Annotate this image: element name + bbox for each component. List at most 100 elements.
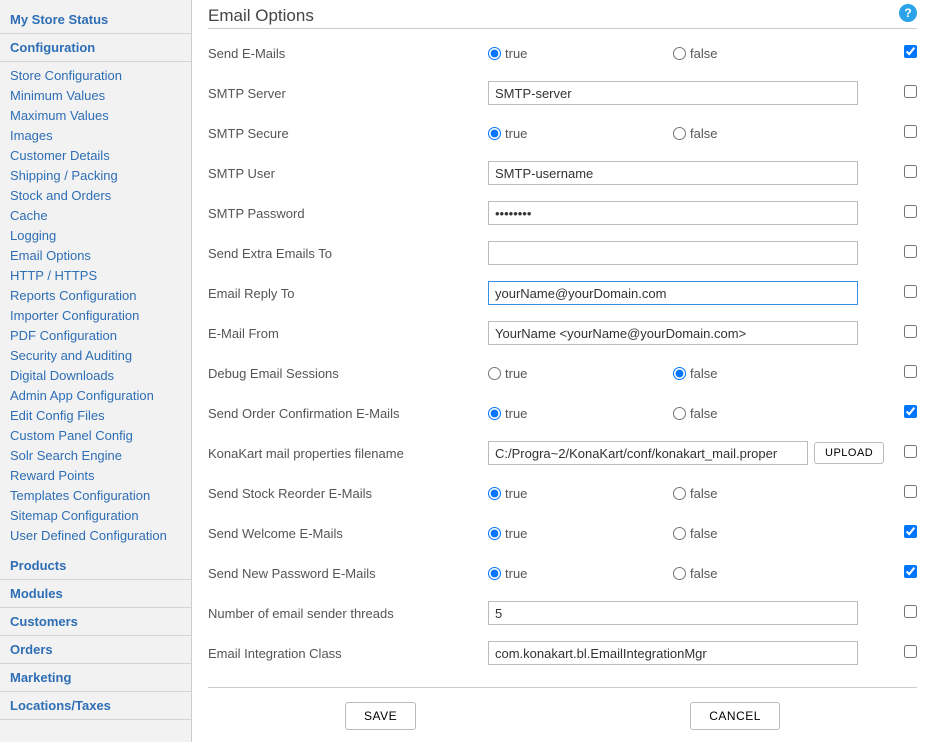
- radio-option-false[interactable]: false: [673, 366, 858, 381]
- radio-option-true[interactable]: true: [488, 46, 673, 61]
- radio-input[interactable]: [673, 527, 686, 540]
- radio-input[interactable]: [488, 367, 501, 380]
- sidebar-item[interactable]: Solr Search Engine: [10, 448, 122, 463]
- field-label: Debug Email Sessions: [208, 366, 488, 381]
- send_extra_to-input[interactable]: [488, 241, 858, 265]
- radio-input[interactable]: [673, 487, 686, 500]
- sidebar-item[interactable]: Maximum Values: [10, 108, 109, 123]
- form-area: Send E-MailstruefalseSMTP ServerSMTP Sec…: [208, 33, 917, 673]
- sidebar-item[interactable]: Store Configuration: [10, 68, 122, 83]
- row-checkbox[interactable]: [904, 85, 917, 98]
- radio-input[interactable]: [673, 567, 686, 580]
- radio-option-true[interactable]: true: [488, 406, 673, 421]
- sidebar-section[interactable]: Configuration: [0, 34, 191, 62]
- radio-option-true[interactable]: true: [488, 526, 673, 541]
- radio-label: true: [505, 46, 527, 61]
- radio-option-false[interactable]: false: [673, 486, 858, 501]
- sidebar-item[interactable]: Reports Configuration: [10, 288, 136, 303]
- radio-input[interactable]: [488, 527, 501, 540]
- radio-input[interactable]: [673, 47, 686, 60]
- sidebar-item[interactable]: Importer Configuration: [10, 308, 139, 323]
- radio-label: true: [505, 366, 527, 381]
- radio-input[interactable]: [488, 127, 501, 140]
- sidebar-item[interactable]: HTTP / HTTPS: [10, 268, 97, 283]
- sidebar-item[interactable]: PDF Configuration: [10, 328, 117, 343]
- sidebar-section[interactable]: My Store Status: [0, 6, 191, 34]
- row-checkbox[interactable]: [904, 205, 917, 218]
- radio-input[interactable]: [673, 127, 686, 140]
- sidebar-item[interactable]: Admin App Configuration: [10, 388, 154, 403]
- radio-input[interactable]: [673, 407, 686, 420]
- radio-option-false[interactable]: false: [673, 46, 858, 61]
- radio-option-false[interactable]: false: [673, 126, 858, 141]
- reply_to-input[interactable]: [488, 281, 858, 305]
- field-label: Email Integration Class: [208, 646, 488, 661]
- sidebar-item[interactable]: Minimum Values: [10, 88, 105, 103]
- mail_props-input[interactable]: [488, 441, 808, 465]
- sidebar-section[interactable]: Modules: [0, 580, 191, 608]
- form-row-send_extra_to: Send Extra Emails To: [208, 233, 917, 273]
- cancel-button[interactable]: CANCEL: [690, 702, 780, 730]
- row-checkbox[interactable]: [904, 445, 917, 458]
- radio-option-true[interactable]: true: [488, 486, 673, 501]
- radio-option-true[interactable]: true: [488, 566, 673, 581]
- upload-button[interactable]: UPLOAD: [814, 442, 884, 464]
- radio-option-false[interactable]: false: [673, 566, 858, 581]
- row-checkbox[interactable]: [904, 645, 917, 658]
- sidebar-item[interactable]: Customer Details: [10, 148, 110, 163]
- sidebar-item[interactable]: Custom Panel Config: [10, 428, 133, 443]
- sidebar-section[interactable]: Customers: [0, 608, 191, 636]
- sidebar-section[interactable]: Orders: [0, 636, 191, 664]
- row-checkbox[interactable]: [904, 365, 917, 378]
- radio-input[interactable]: [488, 47, 501, 60]
- form-row-order_conf: Send Order Confirmation E-Mailstruefalse: [208, 393, 917, 433]
- save-button[interactable]: SAVE: [345, 702, 416, 730]
- row-checkbox[interactable]: [904, 605, 917, 618]
- sidebar-section[interactable]: Products: [0, 552, 191, 580]
- sidebar-item[interactable]: Digital Downloads: [10, 368, 114, 383]
- radio-option-true[interactable]: true: [488, 366, 673, 381]
- sidebar-item[interactable]: Shipping / Packing: [10, 168, 118, 183]
- radio-option-false[interactable]: false: [673, 526, 858, 541]
- row-checkbox[interactable]: [904, 485, 917, 498]
- radio-option-false[interactable]: false: [673, 406, 858, 421]
- sender_threads-input[interactable]: [488, 601, 858, 625]
- smtp_server-input[interactable]: [488, 81, 858, 105]
- radio-input[interactable]: [488, 567, 501, 580]
- row-checkbox[interactable]: [904, 525, 917, 538]
- radio-option-true[interactable]: true: [488, 126, 673, 141]
- sidebar-item[interactable]: Stock and Orders: [10, 188, 111, 203]
- smtp_password-input[interactable]: [488, 201, 858, 225]
- sidebar-item[interactable]: Sitemap Configuration: [10, 508, 139, 523]
- row-checkbox[interactable]: [904, 165, 917, 178]
- row-checkbox[interactable]: [904, 245, 917, 258]
- sidebar-section[interactable]: Locations/Taxes: [0, 692, 191, 720]
- row-checkbox[interactable]: [904, 405, 917, 418]
- row-checkbox[interactable]: [904, 45, 917, 58]
- email_from-input[interactable]: [488, 321, 858, 345]
- radio-input[interactable]: [488, 487, 501, 500]
- sidebar-item[interactable]: Reward Points: [10, 468, 95, 483]
- radio-input[interactable]: [488, 407, 501, 420]
- sidebar-item[interactable]: User Defined Configuration: [10, 528, 167, 543]
- sidebar-item[interactable]: Templates Configuration: [10, 488, 150, 503]
- sidebar-item[interactable]: Cache: [10, 208, 48, 223]
- smtp_user-input[interactable]: [488, 161, 858, 185]
- form-row-smtp_secure: SMTP Securetruefalse: [208, 113, 917, 153]
- sidebar-item[interactable]: Images: [10, 128, 53, 143]
- help-icon[interactable]: ?: [899, 4, 917, 22]
- row-checkbox[interactable]: [904, 125, 917, 138]
- form-row-integration_cls: Email Integration Class: [208, 633, 917, 673]
- sidebar-item[interactable]: Logging: [10, 228, 56, 243]
- sidebar-item[interactable]: Edit Config Files: [10, 408, 105, 423]
- row-checkbox[interactable]: [904, 565, 917, 578]
- field-control: [488, 601, 887, 625]
- sidebar-item[interactable]: Email Options: [10, 248, 91, 263]
- radio-input[interactable]: [673, 367, 686, 380]
- row-checkbox[interactable]: [904, 285, 917, 298]
- form-row-stock_reorder: Send Stock Reorder E-Mailstruefalse: [208, 473, 917, 513]
- sidebar-item[interactable]: Security and Auditing: [10, 348, 132, 363]
- sidebar-section[interactable]: Marketing: [0, 664, 191, 692]
- row-checkbox[interactable]: [904, 325, 917, 338]
- integration_cls-input[interactable]: [488, 641, 858, 665]
